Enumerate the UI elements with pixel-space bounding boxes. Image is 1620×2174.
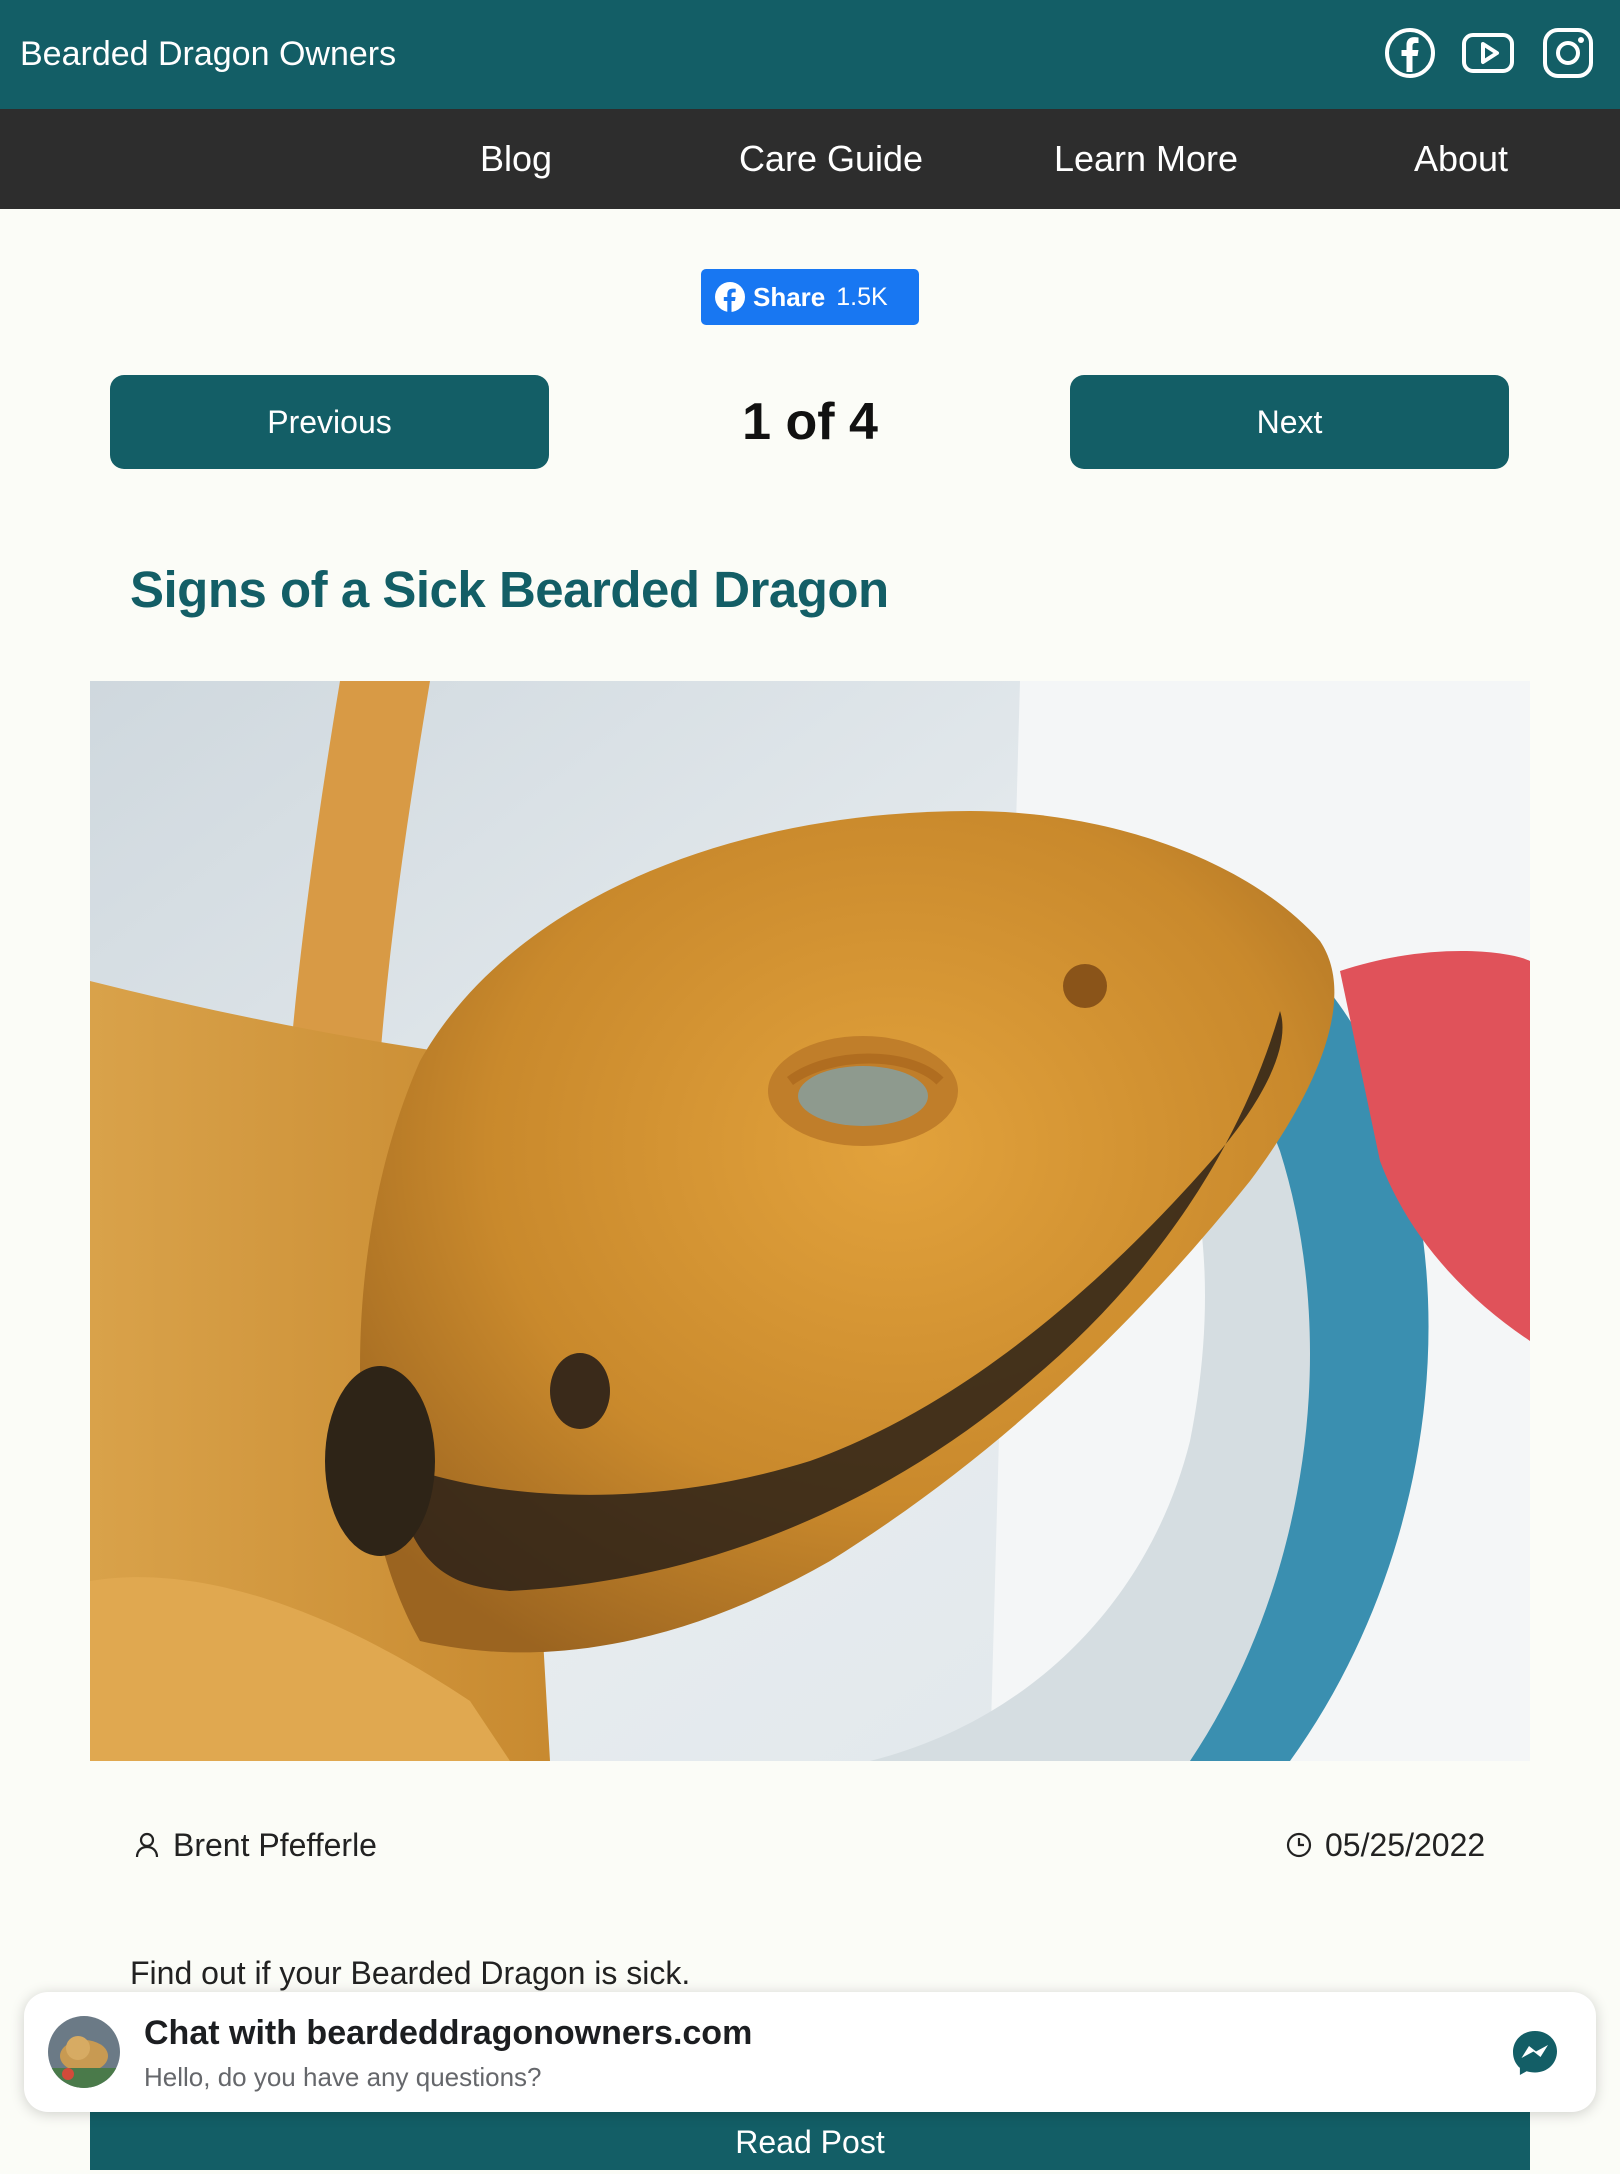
post-hero-image[interactable] xyxy=(90,681,1530,1761)
nav-item-care-guide[interactable]: Care Guide xyxy=(681,109,981,209)
nav-item-blog[interactable]: Blog xyxy=(366,109,666,209)
facebook-icon xyxy=(715,282,745,312)
post-date: 05/25/2022 xyxy=(1285,1820,1485,1870)
main-nav: Blog Care Guide Learn More About xyxy=(0,109,1620,209)
chat-avatar xyxy=(48,2016,120,2088)
nav-item-learn-more[interactable]: Learn More xyxy=(996,109,1296,209)
site-title[interactable]: Bearded Dragon Owners xyxy=(20,0,396,109)
user-icon xyxy=(135,1832,159,1858)
share-label: Share xyxy=(753,281,826,312)
facebook-icon[interactable] xyxy=(1383,26,1437,80)
chat-title: Chat with beardeddragonowners.com xyxy=(144,2014,753,2052)
read-post-button[interactable]: Read Post xyxy=(90,2110,1530,2170)
messenger-chat-widget[interactable]: Chat with beardeddragonowners.com Hello,… xyxy=(24,1992,1596,2112)
date-text: 05/25/2022 xyxy=(1325,1827,1486,1863)
previous-button[interactable]: Previous xyxy=(110,375,549,469)
page-indicator: 1 of 4 xyxy=(742,393,878,451)
bearded-dragon-photo xyxy=(90,681,1530,1761)
author-name[interactable]: Brent Pfefferle xyxy=(173,1820,377,1870)
clock-icon xyxy=(1286,1832,1312,1858)
post-excerpt: Find out if your Bearded Dragon is sick. xyxy=(130,1955,691,1991)
chat-subtitle: Hello, do you have any questions? xyxy=(144,2062,542,2092)
nav-item-about[interactable]: About xyxy=(1311,109,1611,209)
post-title[interactable]: Signs of a Sick Bearded Dragon xyxy=(130,560,889,619)
instagram-icon[interactable] xyxy=(1541,26,1595,80)
messenger-icon[interactable] xyxy=(1510,2028,1560,2078)
facebook-share-button[interactable]: Share 1.5K xyxy=(701,269,919,325)
youtube-icon[interactable] xyxy=(1461,26,1515,80)
next-button[interactable]: Next xyxy=(1070,375,1509,469)
site-header: Bearded Dragon Owners xyxy=(0,0,1620,109)
share-count: 1.5K xyxy=(836,282,888,311)
post-author: Brent Pfefferle xyxy=(133,1820,377,1870)
